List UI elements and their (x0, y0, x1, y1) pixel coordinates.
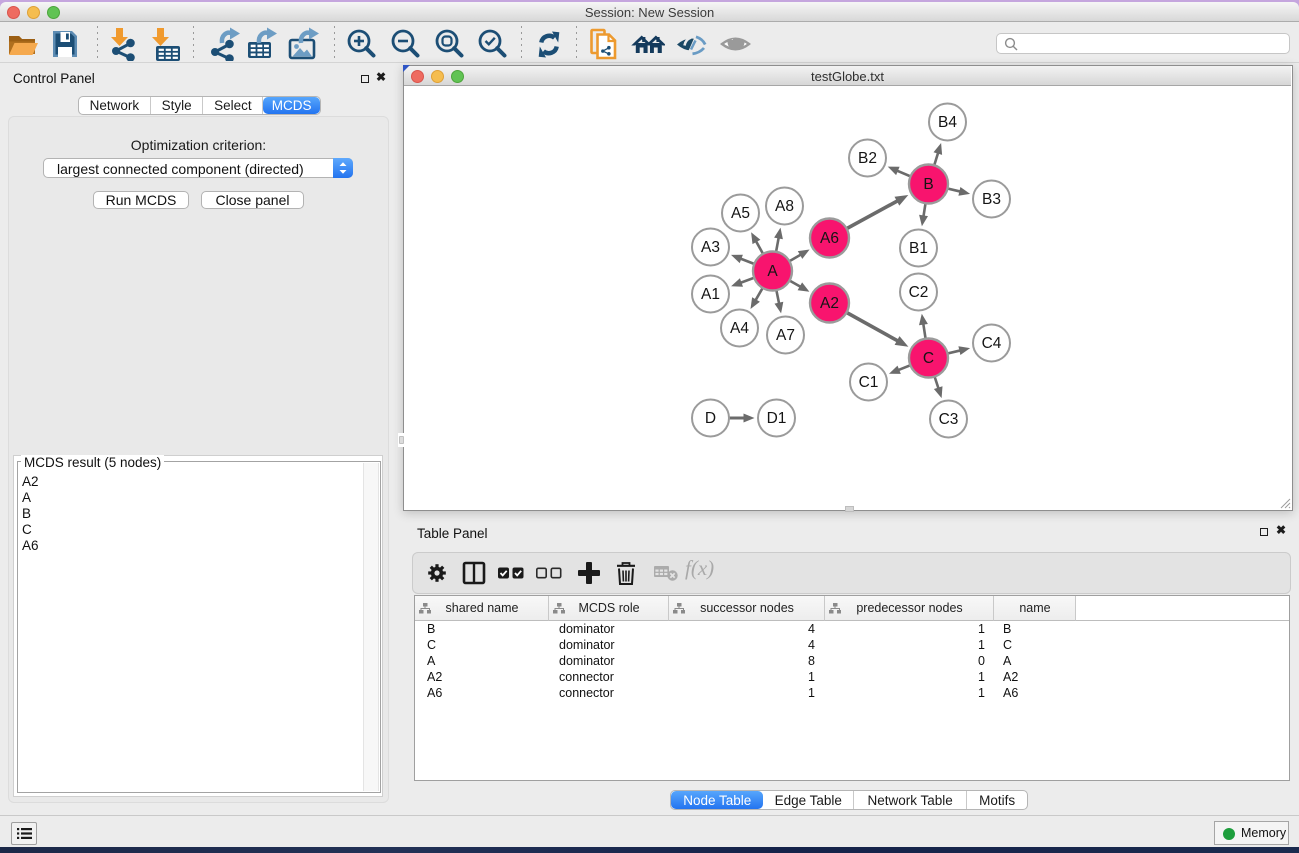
svg-text:B3: B3 (982, 191, 1001, 208)
svg-text:A5: A5 (731, 205, 750, 222)
svg-text:A1: A1 (701, 286, 720, 303)
svg-text:B: B (923, 176, 933, 193)
svg-text:D: D (705, 410, 716, 427)
svg-text:C4: C4 (982, 335, 1002, 352)
svg-text:C3: C3 (939, 411, 959, 428)
svg-text:A6: A6 (820, 230, 839, 247)
svg-text:A8: A8 (775, 198, 794, 215)
svg-text:C2: C2 (909, 284, 929, 301)
svg-text:D1: D1 (767, 410, 787, 427)
svg-text:A: A (767, 263, 778, 280)
svg-text:A4: A4 (730, 320, 749, 337)
svg-text:A3: A3 (701, 239, 720, 256)
svg-text:A7: A7 (776, 327, 795, 344)
svg-text:B2: B2 (858, 150, 877, 167)
svg-text:B1: B1 (909, 240, 928, 257)
svg-text:A2: A2 (820, 295, 839, 312)
svg-text:B4: B4 (938, 114, 957, 131)
svg-text:C1: C1 (859, 374, 879, 391)
svg-text:C: C (923, 350, 934, 367)
